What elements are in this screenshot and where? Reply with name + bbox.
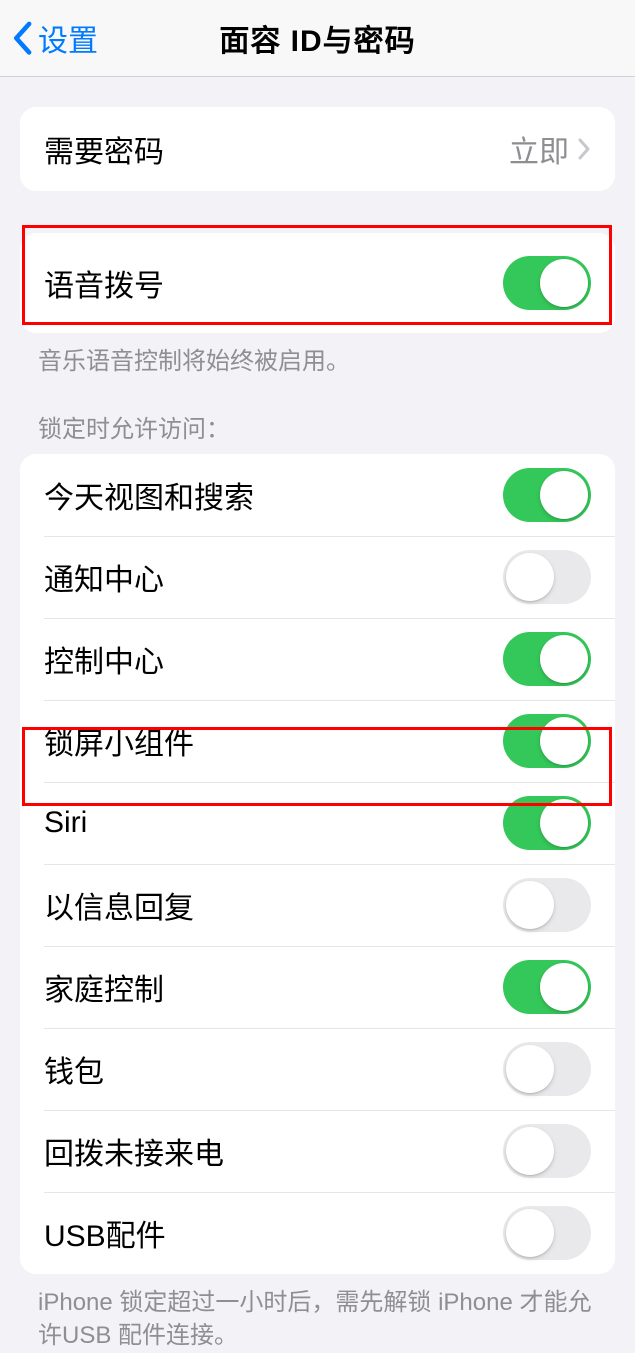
lock-access-label: Siri bbox=[44, 806, 87, 840]
lock-access-row: 控制中心 bbox=[20, 618, 615, 700]
voice-dial-toggle[interactable] bbox=[503, 256, 591, 310]
page-title: 面容 ID与密码 bbox=[219, 16, 415, 60]
lock-access-label: 家庭控制 bbox=[44, 965, 164, 1009]
lock-access-toggle[interactable] bbox=[503, 878, 591, 932]
lock-access-label: 通知中心 bbox=[44, 555, 164, 599]
lock-access-row: 通知中心 bbox=[20, 536, 615, 618]
lock-access-toggle[interactable] bbox=[503, 1042, 591, 1096]
lock-access-row: 家庭控制 bbox=[20, 946, 615, 1028]
lock-access-header: 锁定时允许访问： bbox=[0, 379, 635, 454]
back-button[interactable]: 设置 bbox=[12, 16, 98, 60]
lock-access-toggle[interactable] bbox=[503, 1206, 591, 1260]
lock-access-row: 回拨未接来电 bbox=[20, 1110, 615, 1192]
lock-access-row: 钱包 bbox=[20, 1028, 615, 1110]
lock-access-toggle[interactable] bbox=[503, 1124, 591, 1178]
lock-access-label: 今天视图和搜索 bbox=[44, 473, 254, 517]
lock-access-label: 回拨未接来电 bbox=[44, 1129, 224, 1173]
lock-access-group: 今天视图和搜索通知中心控制中心锁屏小组件 Siri 以信息回复家庭控制钱包回拨未接来… bbox=[20, 454, 615, 1274]
lock-access-row: USB配件 bbox=[20, 1192, 615, 1274]
lock-access-row: 今天视图和搜索 bbox=[20, 454, 615, 536]
lock-access-toggle[interactable] bbox=[503, 550, 591, 604]
lock-access-label: 以信息回复 bbox=[44, 883, 194, 927]
lock-access-toggle[interactable] bbox=[503, 468, 591, 522]
lock-access-toggle[interactable] bbox=[503, 714, 591, 768]
require-passcode-label: 需要密码 bbox=[44, 127, 164, 171]
voice-dial-footer: 音乐语音控制将始终被启用。 bbox=[0, 333, 635, 379]
chevron-right-icon bbox=[577, 137, 591, 161]
lock-access-toggle[interactable] bbox=[503, 960, 591, 1014]
lock-access-label: USB配件 bbox=[44, 1211, 166, 1255]
voice-dial-row: 语音拨号 bbox=[20, 233, 615, 333]
lock-access-row: 锁屏小组件 bbox=[20, 700, 615, 782]
lock-access-toggle[interactable] bbox=[503, 796, 591, 850]
lock-access-label: 控制中心 bbox=[44, 637, 164, 681]
chevron-left-icon bbox=[12, 21, 32, 55]
lock-access-row: Siri bbox=[20, 782, 615, 864]
lock-access-label: 钱包 bbox=[44, 1047, 104, 1091]
require-passcode-value: 立即 bbox=[509, 127, 569, 171]
lock-access-row: 以信息回复 bbox=[20, 864, 615, 946]
voice-dial-label: 语音拨号 bbox=[44, 261, 164, 305]
back-label: 设置 bbox=[38, 16, 98, 60]
voice-dial-group: 语音拨号 bbox=[20, 233, 615, 333]
require-passcode-row[interactable]: 需要密码 立即 bbox=[20, 107, 615, 191]
lock-access-label: 锁屏小组件 bbox=[44, 719, 194, 763]
nav-bar: 设置 面容 ID与密码 bbox=[0, 0, 635, 77]
lock-access-toggle[interactable] bbox=[503, 632, 591, 686]
lock-access-footer: iPhone 锁定超过一小时后，需先解锁 iPhone 才能允许USB 配件连接… bbox=[0, 1274, 635, 1353]
passcode-group: 需要密码 立即 bbox=[20, 107, 615, 191]
